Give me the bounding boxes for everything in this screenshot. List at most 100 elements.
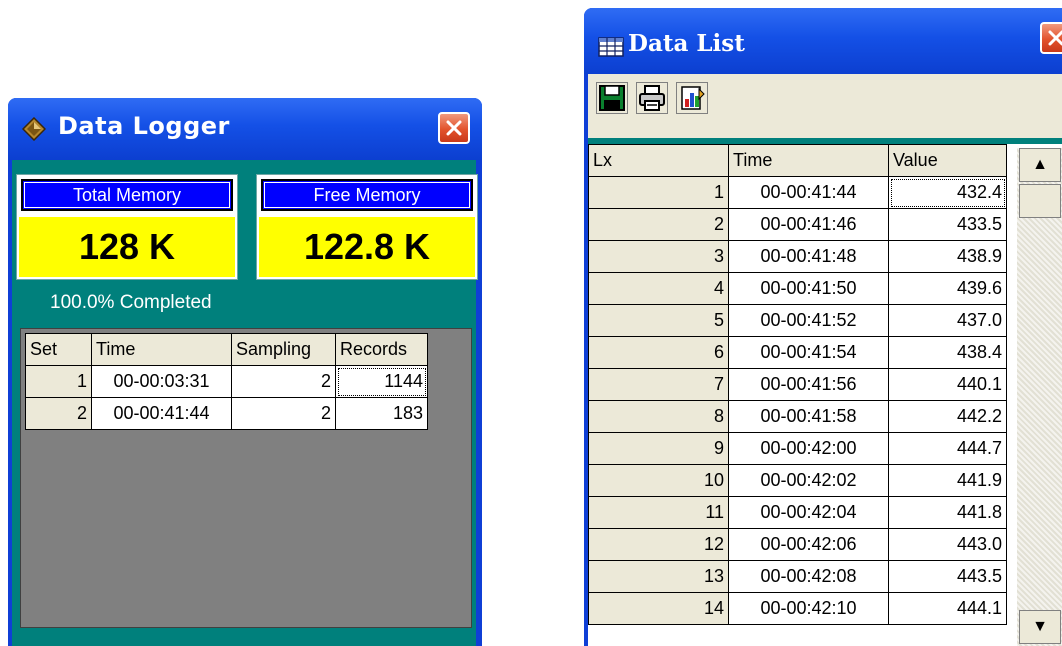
table-row[interactable]: 13 00-00:42:08 443.5	[588, 560, 1007, 593]
lx-cell[interactable]: 1	[588, 176, 729, 209]
value-cell[interactable]: 441.9	[888, 464, 1007, 497]
lx-cell[interactable]: 3	[588, 240, 729, 273]
time-cell[interactable]: 00-00:42:02	[728, 464, 889, 497]
time-cell[interactable]: 00-00:42:04	[728, 496, 889, 529]
print-button[interactable]	[636, 82, 668, 114]
value-cell[interactable]: 443.0	[888, 528, 1007, 561]
table-row[interactable]: 11 00-00:42:04 441.8	[588, 496, 1007, 529]
data-logger-title: Data Logger	[58, 112, 230, 140]
free-memory-value: 122.8 K	[257, 215, 477, 279]
value-cell[interactable]: 432.4	[888, 176, 1007, 209]
lx-cell[interactable]: 14	[588, 592, 729, 625]
table-row[interactable]: 1 00-00:41:44 432.4	[588, 176, 1007, 209]
time-cell[interactable]: 00-00:41:52	[728, 304, 889, 337]
data-list-toolbar	[588, 74, 1062, 138]
value-cell[interactable]: 438.9	[888, 240, 1007, 273]
set-cell[interactable]: 1	[25, 365, 92, 398]
data-logger-body: Total Memory 128 K Free Memory 122.8 K 1…	[12, 160, 478, 646]
chart-button[interactable]	[676, 82, 708, 114]
table-row[interactable]: 3 00-00:41:48 438.9	[588, 240, 1007, 273]
total-memory-box: Total Memory 128 K	[16, 174, 238, 280]
value-cell[interactable]: 444.1	[888, 592, 1007, 625]
column-header-records[interactable]: Records	[335, 333, 428, 366]
data-list-close-button[interactable]	[1040, 22, 1062, 54]
lx-cell[interactable]: 9	[588, 432, 729, 465]
lx-cell[interactable]: 4	[588, 272, 729, 305]
value-cell[interactable]: 438.4	[888, 336, 1007, 369]
lx-cell[interactable]: 2	[588, 208, 729, 241]
time-cell[interactable]: 00-00:41:54	[728, 336, 889, 369]
value-cell[interactable]: 441.8	[888, 496, 1007, 529]
time-cell[interactable]: 00-00:42:06	[728, 528, 889, 561]
value-cell[interactable]: 433.5	[888, 208, 1007, 241]
records-cell[interactable]: 1144	[335, 365, 428, 398]
records-cell[interactable]: 183	[335, 397, 428, 430]
table-row[interactable]: 2 00-00:41:46 433.5	[588, 208, 1007, 241]
time-cell[interactable]: 00-00:03:31	[91, 365, 232, 398]
time-cell[interactable]: 00-00:41:44	[728, 176, 889, 209]
lx-cell[interactable]: 5	[588, 304, 729, 337]
value-cell[interactable]: 437.0	[888, 304, 1007, 337]
table-row[interactable]: 1 00-00:03:31 2 1144	[25, 365, 428, 398]
table-row[interactable]: 7 00-00:41:56 440.1	[588, 368, 1007, 401]
lx-cell[interactable]: 12	[588, 528, 729, 561]
data-logger-close-button[interactable]	[438, 112, 470, 144]
lx-cell[interactable]: 10	[588, 464, 729, 497]
time-cell[interactable]: 00-00:41:46	[728, 208, 889, 241]
value-cell[interactable]: 440.1	[888, 368, 1007, 401]
value-cell[interactable]: 439.6	[888, 272, 1007, 305]
time-cell[interactable]: 00-00:42:00	[728, 432, 889, 465]
data-list-title: Data List	[628, 30, 745, 57]
time-cell[interactable]: 00-00:41:50	[728, 272, 889, 305]
set-cell[interactable]: 2	[25, 397, 92, 430]
data-list-title-bar[interactable]: Data List	[584, 8, 1062, 74]
chart-icon	[681, 86, 705, 110]
time-cell[interactable]: 00-00:42:08	[728, 560, 889, 593]
table-row[interactable]: 5 00-00:41:52 437.0	[588, 304, 1007, 337]
value-cell[interactable]: 442.2	[888, 400, 1007, 433]
data-table: Lx Time Value 1 00-00:41:44 432.4 2 00-00:4…	[588, 144, 1007, 625]
grid-table-icon	[598, 37, 624, 57]
data-list-window: Data List Lx Time Value 1 00-00:41:44 43…	[584, 8, 1062, 646]
column-header-time[interactable]: Time	[728, 144, 889, 177]
table-row[interactable]: 8 00-00:41:58 442.2	[588, 400, 1007, 433]
lx-cell[interactable]: 11	[588, 496, 729, 529]
value-cell[interactable]: 443.5	[888, 560, 1007, 593]
lx-cell[interactable]: 8	[588, 400, 729, 433]
save-disk-icon	[599, 85, 625, 111]
save-button[interactable]	[596, 82, 628, 114]
lx-cell[interactable]: 13	[588, 560, 729, 593]
value-cell[interactable]: 444.7	[888, 432, 1007, 465]
free-memory-box: Free Memory 122.8 K	[256, 174, 478, 280]
table-row[interactable]: 14 00-00:42:10 444.1	[588, 592, 1007, 625]
column-header-sampling[interactable]: Sampling	[231, 333, 336, 366]
column-header-value[interactable]: Value	[888, 144, 1007, 177]
table-row[interactable]: 6 00-00:41:54 438.4	[588, 336, 1007, 369]
vertical-scrollbar[interactable]: ▲ ▼	[1017, 148, 1062, 646]
sampling-cell[interactable]: 2	[231, 397, 336, 430]
scroll-up-button[interactable]: ▲	[1019, 148, 1061, 182]
time-cell[interactable]: 00-00:41:58	[728, 400, 889, 433]
scroll-down-button[interactable]: ▼	[1019, 610, 1061, 644]
table-row[interactable]: 10 00-00:42:02 441.9	[588, 464, 1007, 497]
printer-icon	[639, 85, 665, 111]
time-cell[interactable]: 00-00:42:10	[728, 592, 889, 625]
close-icon	[446, 120, 462, 136]
time-cell[interactable]: 00-00:41:56	[728, 368, 889, 401]
table-row[interactable]: 2 00-00:41:44 2 183	[25, 397, 428, 430]
table-row[interactable]: 9 00-00:42:00 444.7	[588, 432, 1007, 465]
time-cell[interactable]: 00-00:41:48	[728, 240, 889, 273]
up-arrow-icon: ▲	[1032, 156, 1048, 173]
close-icon	[1048, 30, 1062, 46]
column-header-set[interactable]: Set	[25, 333, 92, 366]
lx-cell[interactable]: 6	[588, 336, 729, 369]
time-cell[interactable]: 00-00:41:44	[91, 397, 232, 430]
scrollbar-thumb[interactable]	[1019, 184, 1061, 218]
table-row[interactable]: 4 00-00:41:50 439.6	[588, 272, 1007, 305]
table-row[interactable]: 12 00-00:42:06 443.0	[588, 528, 1007, 561]
column-header-time[interactable]: Time	[91, 333, 232, 366]
lx-cell[interactable]: 7	[588, 368, 729, 401]
data-logger-title-bar[interactable]: Data Logger	[8, 98, 482, 160]
column-header-lx[interactable]: Lx	[588, 144, 729, 177]
sampling-cell[interactable]: 2	[231, 365, 336, 398]
